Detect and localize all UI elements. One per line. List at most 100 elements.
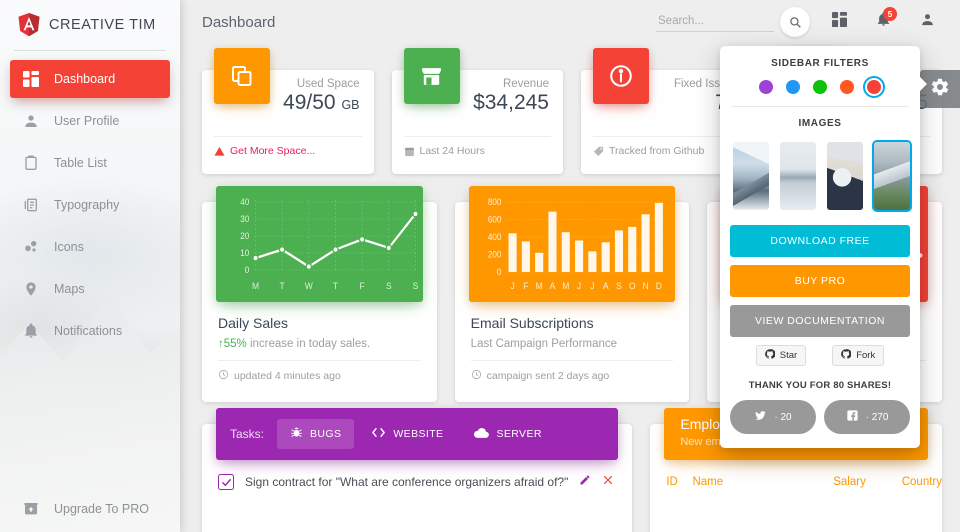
sidebar-item-label: Table List [54,156,107,170]
brand[interactable]: CREATIVE TIM [0,0,180,50]
svg-text:S: S [616,281,622,292]
chart-title: Email Subscriptions [470,315,594,331]
svg-text:J: J [510,281,514,292]
task-text: Sign contract for "What are conference o… [245,475,569,489]
github-star-button[interactable]: Star [755,345,807,366]
notifications-button[interactable]: 5 [868,7,898,37]
search-field[interactable] [656,7,810,37]
misty-lake-thumb[interactable] [778,140,818,212]
sidebar-item-table-list[interactable]: Table List [10,144,170,182]
angular-logo-icon [18,13,40,37]
location-pin-icon [22,280,40,298]
stat-footer[interactable]: Get More Space... [202,137,374,157]
svg-text:O: O [629,281,636,292]
buy-pro-button[interactable]: BUY PRO [730,265,910,297]
svg-text:0: 0 [497,267,502,278]
chart-card-email-subscriptions: 800 600 400 200 0 J F M A M J J A S O N … [454,186,690,402]
search-button[interactable] [780,7,810,37]
task-checkbox[interactable] [218,474,234,490]
swatch-orange[interactable] [840,80,854,94]
sidebar-item-user-profile[interactable]: User Profile [10,102,170,140]
facebook-icon [846,409,859,425]
tab-label: SERVER [496,428,542,440]
profile-button[interactable] [912,7,942,37]
gear-icon [930,77,950,102]
svg-text:20: 20 [240,231,249,242]
notifications-badge: 5 [883,7,897,21]
clock-icon [471,369,482,383]
svg-text:10: 10 [240,248,249,259]
chart-card-daily-sales: 40 30 20 10 0 MTW TFSS Daily Sales ↑55% … [202,186,437,402]
download-free-button[interactable]: DOWNLOAD FREE [730,225,910,257]
sidebar-item-label: User Profile [54,114,120,128]
clipboard-icon [22,154,40,172]
tab-bugs[interactable]: BUGS [277,419,355,449]
swatch-red[interactable] [867,80,881,94]
sidebar-item-typography[interactable]: Typography [10,186,170,224]
tablet-hands-thumb[interactable] [825,140,865,212]
sidebar-item-label: Notifications [54,324,123,338]
github-actions: Star Fork [730,345,910,366]
tab-server[interactable]: SERVER [460,419,554,449]
task-row: Sign contract for "What are conference o… [202,460,632,491]
mountain-range-thumb[interactable] [872,140,912,212]
chart-subtitle: Last Campaign Performance [470,338,618,350]
svg-text:W: W [305,281,314,292]
facebook-count: · 270 [865,411,889,423]
view-documentation-button[interactable]: VIEW DOCUMENTATION [730,305,910,337]
info-icon [593,48,649,104]
top-navbar: Dashboard Search... 5 [180,0,960,44]
tag-icon [593,146,604,157]
stat-value: $34,245 [473,91,549,114]
svg-text:D: D [655,281,662,292]
fork-label: Fork [856,350,876,361]
store-icon [403,48,460,104]
daily-sales-plot[interactable]: 40 30 20 10 0 M T W T F S S [216,186,423,302]
tab-label: WEBSITE [393,428,444,440]
sidebar-item-notifications[interactable]: Notifications [10,312,170,350]
chart-footer-label: campaign sent 2 days ago [486,370,610,382]
column-header-id: ID [666,476,678,488]
sidebar: CREATIVE TIM Dashboard User Profile Tabl… [0,0,180,532]
snowy-peak-thumb[interactable] [731,140,771,212]
swatch-azure[interactable] [786,80,800,94]
svg-text:J: J [590,281,594,292]
stat-footer-label: Tracked from Github [609,145,705,157]
twitter-share-button[interactable]: · 20 [730,400,816,434]
twitter-count: · 20 [774,411,792,423]
warning-icon [214,146,225,157]
swatch-green[interactable] [813,80,827,94]
calendar-icon [404,146,415,157]
stat-label: Used Space [296,78,360,90]
sidebar-item-upgrade-to-pro[interactable]: Upgrade To PRO [10,492,170,526]
stat-footer: Last 24 Hours [392,137,564,157]
close-icon[interactable] [602,473,614,491]
email-subscriptions-plot[interactable]: 800 600 400 200 0 J F M A M J J A S O N … [468,186,676,302]
stat-card-revenue: Revenue $34,245 Last 24 Hours [391,48,564,174]
facebook-share-button[interactable]: · 270 [824,400,910,434]
github-fork-button[interactable]: Fork [832,345,885,366]
svg-text:40: 40 [240,197,249,208]
sidebar-item-label: Typography [54,198,120,212]
stat-label: Revenue [502,78,549,90]
svg-text:S: S [386,281,392,292]
svg-text:F: F [360,281,366,292]
svg-text:0: 0 [245,265,250,276]
sidebar-item-dashboard[interactable]: Dashboard [10,60,170,98]
tasks-card: Tasks: BUGS WEBSITE SERVER Sign contract… [202,408,633,532]
stat-footer-label: Get More Space... [230,145,316,157]
cloud-icon [473,426,490,442]
dashboard-grid-button[interactable] [824,7,854,37]
tab-website[interactable]: WEBSITE [358,419,456,449]
table-header-row: ID Name Salary Country [650,470,942,494]
svg-text:T: T [333,281,339,292]
sidebar-item-maps[interactable]: Maps [10,270,170,308]
twitter-icon [754,409,767,425]
pencil-icon[interactable] [579,473,591,491]
search-input[interactable] [656,12,774,32]
sidebar-filters-heading: SIDEBAR FILTERS [771,58,869,69]
swatch-purple[interactable] [759,80,773,94]
sidebar-item-icons[interactable]: Icons [10,228,170,266]
chart-title: Daily Sales [218,315,289,331]
svg-text:F: F [523,281,529,292]
